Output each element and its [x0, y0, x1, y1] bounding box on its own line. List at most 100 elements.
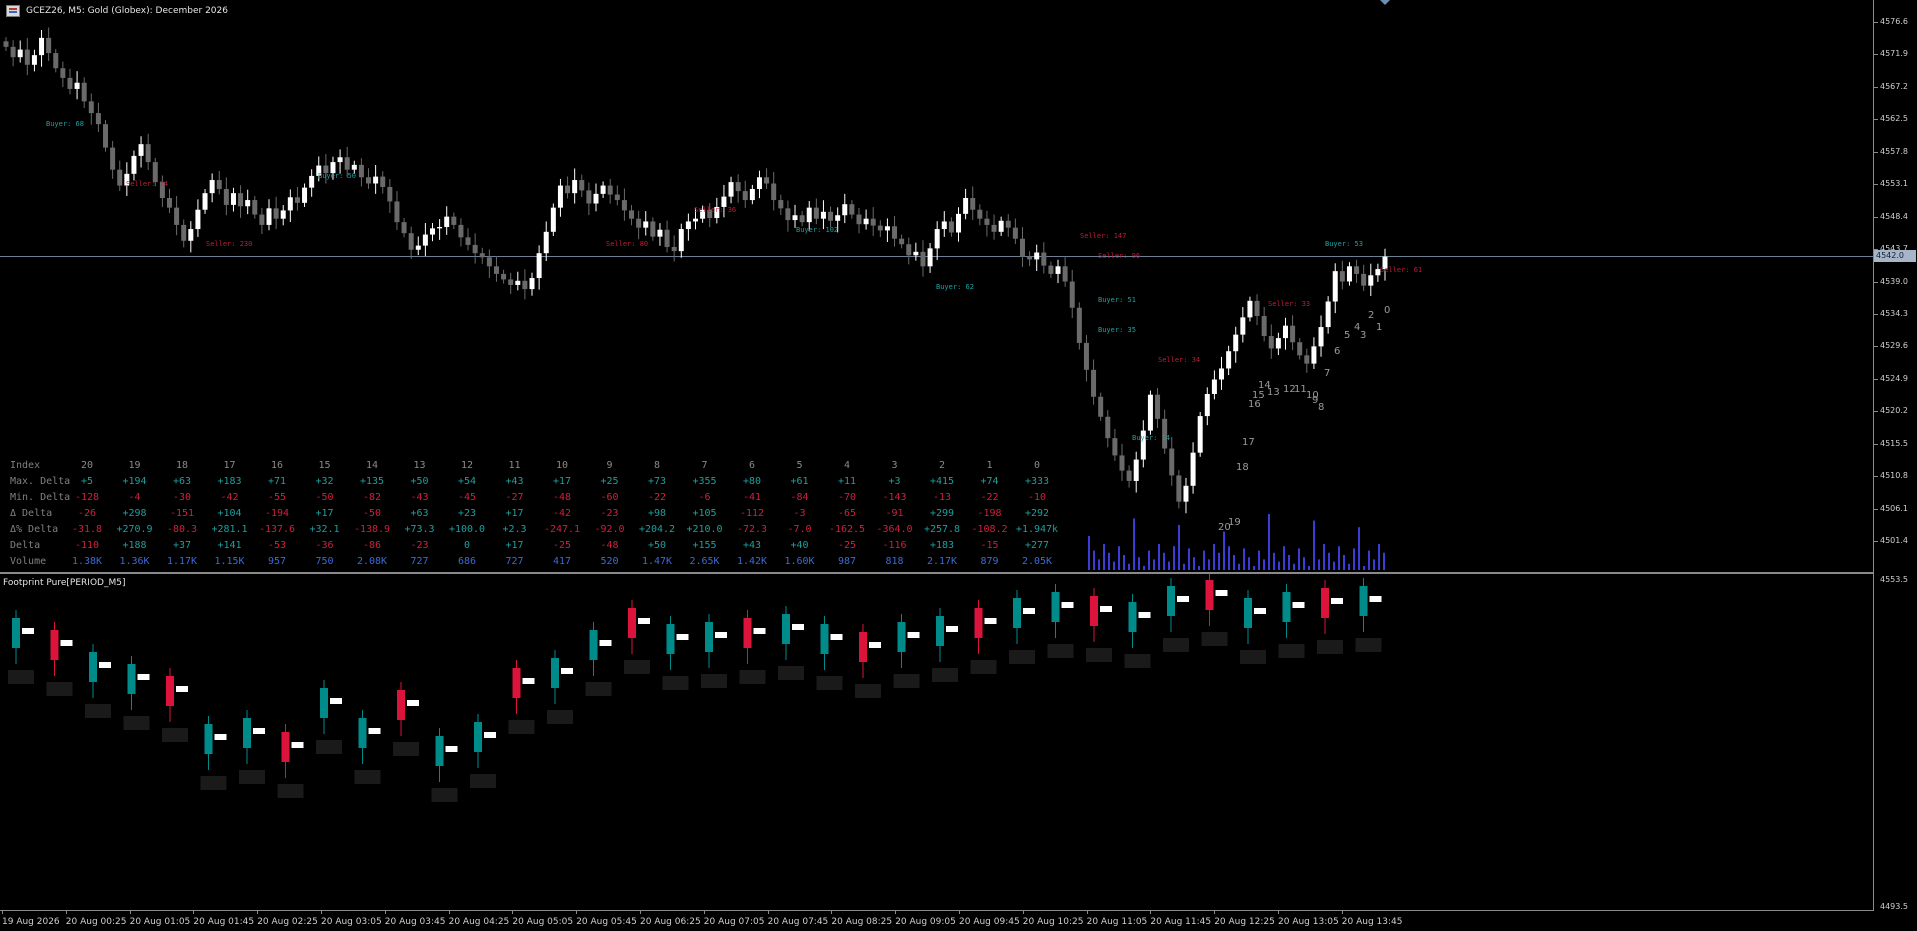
footprint-bar[interactable] [470, 714, 496, 788]
footprint-bar[interactable] [585, 622, 612, 696]
volume-bar [1103, 544, 1105, 570]
seller-label: Seller: 147 [1080, 232, 1127, 240]
footprint-bar[interactable] [200, 716, 227, 790]
footprint-bar[interactable] [1278, 584, 1305, 658]
stats-cell: +204.2 [638, 524, 676, 535]
seller-label: Seller: 80 [606, 240, 649, 248]
stats-cell: -194 [264, 508, 290, 519]
footprint-bar[interactable] [277, 724, 304, 798]
time-tick [448, 910, 450, 914]
bar-count: 13 [1267, 387, 1280, 398]
stats-cell: -112 [739, 508, 765, 519]
time-tick [257, 910, 259, 914]
stats-cell: -45 [457, 492, 477, 503]
footprint-bar[interactable] [1201, 574, 1228, 646]
footprint-bar[interactable] [1355, 578, 1382, 652]
footprint-bar[interactable] [8, 610, 34, 684]
stats-cell: 1.42K [736, 556, 768, 567]
footprint-bar[interactable] [431, 728, 458, 802]
price-tick [1874, 411, 1878, 413]
footprint-bar[interactable] [701, 614, 727, 688]
stats-cell: 879 [980, 556, 999, 567]
stats-cell: -48 [600, 540, 619, 551]
price-tick [1874, 443, 1878, 445]
price-tick [1874, 216, 1878, 218]
time-tick [512, 910, 514, 914]
footprint-bar[interactable] [1009, 590, 1035, 664]
stats-cell: -36 [315, 540, 334, 551]
volume-bar [1378, 544, 1380, 570]
footprint-bar[interactable] [624, 600, 650, 674]
footprint-bar[interactable] [547, 650, 573, 724]
seller-label: Seller: 96 [1098, 252, 1141, 260]
footprint-bar[interactable] [508, 660, 535, 734]
volume-bar [1138, 557, 1140, 570]
footprint-bar[interactable] [1240, 590, 1266, 664]
time-label: 20 Aug 11:45 [1150, 917, 1212, 927]
time-label: 20 Aug 10:25 [1022, 917, 1084, 927]
volume-bar [1093, 550, 1095, 570]
price-tick [1874, 119, 1878, 121]
stats-cell: -25 [837, 540, 857, 551]
footprint-bar[interactable] [239, 710, 265, 784]
bar-count: 17 [1242, 437, 1255, 448]
footprint-bar[interactable] [1047, 584, 1074, 658]
footprint-bar[interactable] [816, 616, 843, 690]
seller-label: Seller: 34 [1158, 356, 1201, 364]
stats-cell: -247.1 [543, 524, 581, 535]
footprint-bar[interactable] [46, 622, 73, 696]
stats-cell: -86 [362, 540, 382, 551]
footprint-bar[interactable] [123, 656, 150, 730]
stats-cell: -30 [172, 492, 192, 503]
time-tick [1341, 910, 1343, 914]
footprint-bar[interactable] [662, 616, 689, 690]
time-tick [640, 910, 641, 914]
price-label: 4524.9 [1880, 373, 1908, 383]
footprint-bar[interactable] [354, 710, 381, 784]
volume-bar [1248, 557, 1250, 570]
price-label: 4553.1 [1880, 179, 1908, 189]
stats-cell: -128 [74, 492, 100, 503]
time-label: 20 Aug 09:05 [895, 917, 956, 927]
footprint-bar[interactable] [855, 624, 881, 698]
volume-bar [1308, 566, 1310, 570]
buyer-label: Buyer: 50 [318, 172, 356, 180]
bar-count: 2 [1368, 310, 1375, 321]
stats-cell: +73.3 [404, 524, 435, 535]
stats-cell: -6 [698, 492, 711, 503]
chart-window[interactable]: GCEZ26, M5: Gold (Globex): December 2026… [0, 0, 1917, 931]
stats-cell: +74 [980, 476, 999, 487]
stats-cell: 7 [701, 460, 708, 471]
volume-bar [1208, 559, 1210, 570]
footprint-bar[interactable] [932, 608, 958, 682]
footprint-bar[interactable] [1124, 594, 1151, 668]
stats-cell: -25 [552, 540, 572, 551]
footprint-bar[interactable] [85, 644, 111, 718]
footprint-bar[interactable] [1086, 588, 1112, 662]
footprint-bar[interactable] [393, 682, 419, 756]
footprint-bar[interactable] [739, 610, 766, 684]
footprint-bar[interactable] [1317, 580, 1343, 654]
price-axis[interactable]: 4576.6 4571.9 4567.2 4562.5 4557.8 4553.1 4548… [1873, 0, 1917, 911]
volume-bar [1113, 561, 1115, 570]
footprint-bar[interactable] [970, 600, 997, 674]
footprint-subwindow-chart[interactable] [0, 574, 1874, 914]
time-label: 20 Aug 06:25 [640, 917, 701, 927]
stats-cell: +11 [837, 476, 857, 487]
volume-bar [1338, 546, 1340, 570]
footprint-bar[interactable] [162, 668, 188, 742]
footprint-bar[interactable] [316, 680, 342, 754]
stats-cell: +54 [457, 476, 477, 487]
stats-cell: 1 [986, 460, 993, 471]
time-label: 20 Aug 01:45 [193, 917, 255, 927]
stats-cell: -108.2 [971, 524, 1008, 535]
bar-count: 6 [1334, 346, 1341, 357]
footprint-bar[interactable] [778, 606, 804, 680]
volume-bar [1173, 546, 1175, 570]
volume-bar [1218, 552, 1220, 570]
footprint-bar[interactable] [893, 614, 920, 688]
stats-cell: -70 [837, 492, 857, 503]
footprint-bar[interactable] [1163, 578, 1189, 652]
volume-bar [1183, 563, 1185, 570]
time-label: 20 Aug 07:45 [767, 917, 829, 927]
